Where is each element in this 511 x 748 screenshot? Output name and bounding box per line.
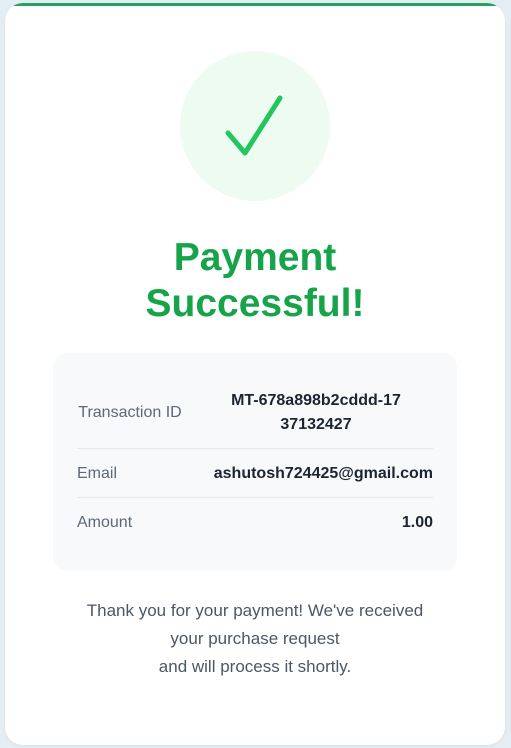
message-line-2: your purchase request xyxy=(170,629,340,648)
message-line-1: Thank you for your payment! We've receiv… xyxy=(86,601,424,620)
success-icon-circle xyxy=(180,51,330,201)
email-row: Email ashutosh724425@gmail.com xyxy=(77,450,433,498)
page-title: Payment Successful! xyxy=(145,236,365,325)
top-accent-bar xyxy=(5,3,505,6)
email-label: Email xyxy=(77,464,118,482)
transaction-id-value: MT-678a898b2cddd-1737132427 xyxy=(231,391,401,433)
transaction-details-panel: Transaction ID MT-678a898b2cddd-17371324… xyxy=(53,353,457,571)
amount-label: Amount xyxy=(77,514,133,531)
confirmation-message: Thank you for your payment! We've receiv… xyxy=(5,597,505,681)
amount-row: Amount 1.00 xyxy=(77,499,433,547)
checkmark-icon xyxy=(225,95,283,156)
payment-success-card: Payment Successful! Transaction ID MT-67… xyxy=(5,3,505,745)
amount-value: 1.00 xyxy=(401,514,433,531)
message-line-3: and will process it shortly. xyxy=(158,657,352,676)
transaction-id-row: Transaction ID MT-678a898b2cddd-17371324… xyxy=(77,377,433,449)
transaction-id-label: Transaction ID xyxy=(78,403,182,421)
email-value: ashutosh724425@gmail.com xyxy=(213,464,433,482)
